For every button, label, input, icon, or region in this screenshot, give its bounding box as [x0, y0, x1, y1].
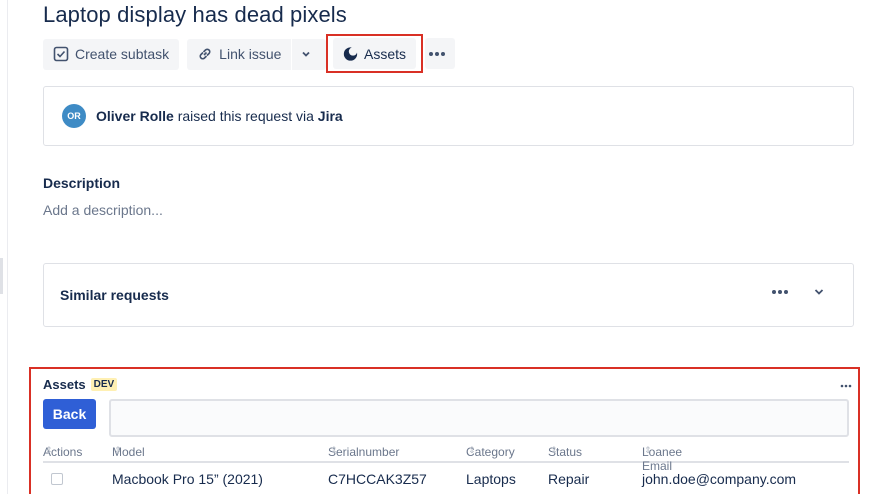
- back-button[interactable]: Back: [43, 399, 96, 429]
- link-icon: [199, 48, 211, 60]
- request-info-card: OR Oliver Rolle raised this request via …: [43, 86, 854, 146]
- request-text: raised this request via: [173, 108, 318, 124]
- assets-panel: Assets DEV Back Actions ⇕ Model ⇕ Serialnu…: [29, 367, 860, 494]
- assets-panel-header: Assets DEV: [43, 377, 118, 392]
- more-icon: [840, 384, 852, 388]
- requester-name[interactable]: Oliver Rolle: [96, 108, 174, 124]
- create-subtask-button[interactable]: Create subtask: [43, 38, 180, 70]
- left-rail: [0, 0, 8, 494]
- description-label: Description: [43, 175, 121, 191]
- chevron-down-icon[interactable]: [813, 286, 825, 298]
- similar-requests-panel[interactable]: Similar requests: [43, 263, 854, 327]
- row-checkbox[interactable]: [51, 473, 63, 485]
- assets-panel-title: Assets: [43, 377, 86, 392]
- link-issue-button[interactable]: Link issue: [187, 38, 292, 70]
- create-subtask-label: Create subtask: [75, 46, 170, 62]
- avatar[interactable]: OR: [62, 104, 86, 128]
- rail-resize-handle[interactable]: [0, 258, 3, 294]
- more-actions-button[interactable]: [425, 38, 455, 69]
- table-header: Actions ⇕ Model ⇕ Serialnumber ⇕ Category ⇕ …: [43, 441, 849, 473]
- cell-serialnumber: C7HCCAK3Z57: [328, 471, 427, 487]
- assets-button[interactable]: Assets: [333, 38, 416, 69]
- cell-model: Macbook Pro 15” (2021): [112, 471, 263, 487]
- similar-requests-title: Similar requests: [60, 287, 169, 303]
- request-channel: Jira: [317, 108, 343, 124]
- more-icon: [429, 51, 445, 56]
- assets-icon: [343, 46, 358, 61]
- similar-requests-actions: [771, 286, 825, 298]
- subtask-icon: [53, 46, 69, 62]
- link-issue-label: Link issue: [219, 46, 282, 62]
- description-field[interactable]: Add a description...: [43, 202, 163, 218]
- chevron-down-icon: [302, 51, 311, 57]
- table-row: Macbook Pro 15” (2021) C7HCCAK3Z57 Lapto…: [43, 469, 849, 493]
- cell-loanee-email: john.doe@company.com: [642, 471, 797, 487]
- assets-panel-more-button[interactable]: [840, 375, 852, 393]
- issue-title: Laptop display has dead pixels: [43, 2, 347, 27]
- cell-category: Laptops: [466, 471, 516, 487]
- dev-badge: DEV: [90, 378, 118, 391]
- assets-label: Assets: [363, 45, 406, 62]
- assets-search-input[interactable]: [109, 399, 849, 437]
- issue-toolbar: Create subtask Link issue Assets: [43, 34, 455, 73]
- cell-status: Repair: [548, 471, 590, 487]
- link-issue-dropdown[interactable]: [291, 38, 327, 70]
- more-icon[interactable]: [771, 289, 789, 295]
